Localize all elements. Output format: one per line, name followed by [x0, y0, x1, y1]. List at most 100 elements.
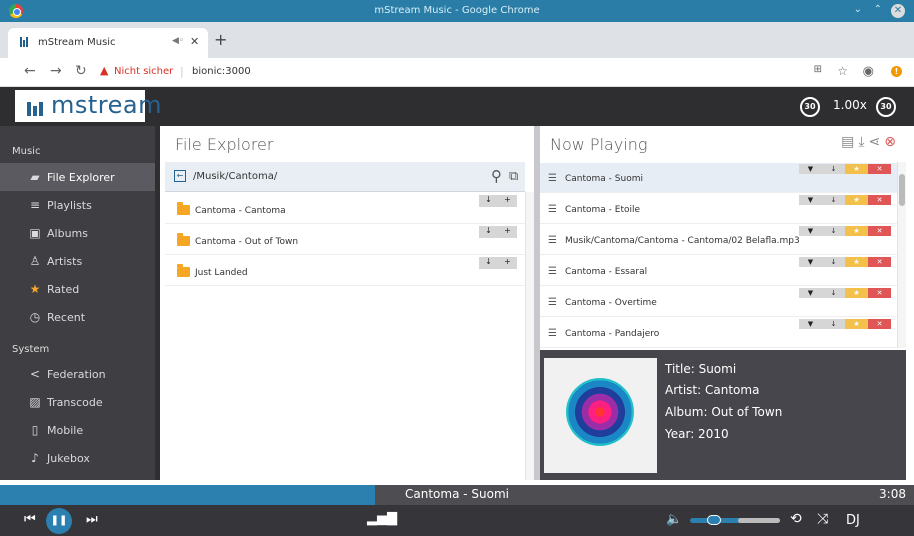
- remove-song-icon[interactable]: ✕: [868, 164, 891, 174]
- volume-slider[interactable]: [690, 515, 780, 525]
- move-up-icon[interactable]: ▼: [799, 195, 822, 205]
- sidebar-item-file-explorer[interactable]: ▰ File Explorer: [0, 163, 155, 191]
- sidebar-item-mobile[interactable]: ▯ Mobile: [0, 416, 155, 444]
- folder-row[interactable]: Cantoma - Cantoma ↓ +: [165, 193, 525, 224]
- sidebar-scrollbar[interactable]: [155, 126, 160, 480]
- queue-item[interactable]: ☰ Cantoma - Overtime ▼ ↓ ★ ✕: [540, 287, 897, 317]
- minimize-icon[interactable]: ⌄: [854, 4, 862, 15]
- move-up-icon[interactable]: ▼: [799, 226, 822, 236]
- remove-song-icon[interactable]: ✕: [868, 195, 891, 205]
- back-arrow-icon[interactable]: ←: [24, 63, 36, 79]
- queue-item[interactable]: ☰ Cantoma - Pandajero ▼ ↓ ★ ✕: [540, 318, 897, 348]
- download-song-icon[interactable]: ↓: [822, 319, 845, 329]
- download-icon[interactable]: ⤓: [858, 134, 864, 150]
- save-playlist-icon[interactable]: ▤: [841, 134, 854, 150]
- forward-arrow-icon[interactable]: →: [50, 63, 62, 79]
- download-song-icon[interactable]: ↓: [822, 226, 845, 236]
- sidebar-item-artists[interactable]: ♙ Artists: [0, 247, 155, 275]
- move-up-icon[interactable]: ▼: [799, 319, 822, 329]
- rate-song-icon[interactable]: ★: [845, 226, 868, 236]
- path-bar: ← /Musik/Cantoma/ ⚲ ⧉: [165, 162, 525, 192]
- rate-song-icon[interactable]: ★: [845, 319, 868, 329]
- remove-song-icon[interactable]: ✕: [868, 319, 891, 329]
- skip-forward-30-icon[interactable]: 30: [876, 97, 896, 117]
- new-folder-icon[interactable]: ⧉: [509, 169, 518, 184]
- remove-song-icon[interactable]: ✕: [868, 288, 891, 298]
- add-all-icon[interactable]: +: [498, 226, 517, 235]
- sidebar-item-albums[interactable]: ▣ Albums: [0, 219, 155, 247]
- queue-scrollbar[interactable]: [897, 162, 906, 348]
- sidebar-item-federation[interactable]: < Federation: [0, 360, 155, 388]
- download-song-icon[interactable]: ↓: [822, 164, 845, 174]
- song-metadata: Title: Suomi Artist: Cantoma Album: Out …: [540, 350, 906, 480]
- folder-row[interactable]: Cantoma - Out of Town ↓ +: [165, 224, 525, 255]
- warning-icon[interactable]: ▲: [100, 64, 108, 77]
- add-folder-icon[interactable]: ↓: [479, 226, 498, 235]
- window-close-button[interactable]: ✕: [891, 4, 905, 18]
- queue-item[interactable]: ☰ Musik/Cantoma/Cantoma - Cantoma/02 Bela…: [540, 225, 897, 255]
- bookmark-star-icon[interactable]: ☆: [837, 64, 848, 78]
- rate-song-icon[interactable]: ★: [845, 195, 868, 205]
- folder-row[interactable]: Just Landed ↓ +: [165, 255, 525, 286]
- queue-item-menu-icon[interactable]: ☰: [548, 235, 557, 246]
- move-up-icon[interactable]: ▼: [799, 164, 822, 174]
- maximize-icon[interactable]: ⌃: [874, 4, 882, 15]
- move-up-icon[interactable]: ▼: [799, 288, 822, 298]
- rate-song-icon[interactable]: ★: [845, 257, 868, 267]
- browser-tab[interactable]: mStream Music ◀◦ ✕: [8, 28, 208, 58]
- update-icon[interactable]: !: [891, 66, 902, 77]
- tab-close-icon[interactable]: ✕: [190, 35, 199, 48]
- volume-slider-knob[interactable]: [707, 515, 721, 525]
- sidebar-item-recent[interactable]: ◷ Recent: [0, 303, 155, 331]
- file-explorer-scrollbar[interactable]: [525, 192, 534, 480]
- reload-icon[interactable]: ↻: [75, 63, 87, 79]
- meta-album: Album: Out of Town: [665, 405, 783, 419]
- sidebar-item-playlists[interactable]: ≡ Playlists: [0, 191, 155, 219]
- next-icon[interactable]: ⏭: [86, 512, 98, 527]
- sidebar-item-rated[interactable]: ★ Rated: [0, 275, 155, 303]
- repeat-icon[interactable]: ⟲: [790, 511, 802, 527]
- url-field[interactable]: bionic:3000: [192, 66, 251, 77]
- queue-item[interactable]: ☰ Cantoma - Etoile ▼ ↓ ★ ✕: [540, 194, 897, 224]
- add-folder-icon[interactable]: ↓: [479, 257, 498, 266]
- back-directory-icon[interactable]: ←: [174, 170, 186, 182]
- rate-song-icon[interactable]: ★: [845, 164, 868, 174]
- queue-item-menu-icon[interactable]: ☰: [548, 173, 557, 184]
- queue-item[interactable]: ☰ Cantoma - Suomi ▼ ↓ ★ ✕: [540, 163, 897, 193]
- profile-icon[interactable]: ◉: [863, 64, 874, 79]
- shuffle-icon[interactable]: ⤨: [817, 511, 828, 527]
- skip-back-30-icon[interactable]: 30: [800, 97, 820, 117]
- volume-icon[interactable]: 🔈: [666, 512, 682, 527]
- visualizer-icon[interactable]: ▂▅▇: [367, 511, 397, 526]
- queue-item-menu-icon[interactable]: ☰: [548, 328, 557, 339]
- queue-item[interactable]: ☰ Cantoma - Essaral ▼ ↓ ★ ✕: [540, 256, 897, 286]
- download-song-icon[interactable]: ↓: [822, 288, 845, 298]
- dj-button[interactable]: DJ: [846, 513, 860, 528]
- pause-button[interactable]: ❚❚: [46, 508, 72, 534]
- new-tab-button[interactable]: +: [214, 30, 227, 49]
- add-all-icon[interactable]: +: [498, 257, 517, 266]
- queue-toolbar: ▤ ⤓ ⋖ ⊗: [837, 134, 896, 150]
- tab-audio-icon[interactable]: ◀◦: [172, 36, 184, 46]
- security-label[interactable]: Nicht sicher: [114, 66, 173, 77]
- sidebar-item-jukebox[interactable]: ♪ Jukebox: [0, 444, 155, 472]
- queue-item-menu-icon[interactable]: ☰: [548, 204, 557, 215]
- add-all-icon[interactable]: +: [498, 195, 517, 204]
- move-up-icon[interactable]: ▼: [799, 257, 822, 267]
- add-folder-icon[interactable]: ↓: [479, 195, 498, 204]
- download-song-icon[interactable]: ↓: [822, 257, 845, 267]
- sidebar-item-transcode[interactable]: ▨ Transcode: [0, 388, 155, 416]
- queue-item-menu-icon[interactable]: ☰: [548, 266, 557, 277]
- share-icon[interactable]: ⋖: [869, 134, 881, 150]
- download-song-icon[interactable]: ↓: [822, 195, 845, 205]
- queue-item-menu-icon[interactable]: ☰: [548, 297, 557, 308]
- clear-queue-icon[interactable]: ⊗: [884, 134, 896, 150]
- previous-icon[interactable]: ⏮: [24, 512, 36, 527]
- rate-song-icon[interactable]: ★: [845, 288, 868, 298]
- remove-song-icon[interactable]: ✕: [868, 257, 891, 267]
- translate-icon[interactable]: ⊞: [814, 64, 822, 75]
- remove-song-icon[interactable]: ✕: [868, 226, 891, 236]
- queue-scroll-thumb[interactable]: [899, 174, 905, 206]
- playback-speed[interactable]: 1.00x: [833, 98, 867, 112]
- search-icon[interactable]: ⚲: [491, 167, 502, 185]
